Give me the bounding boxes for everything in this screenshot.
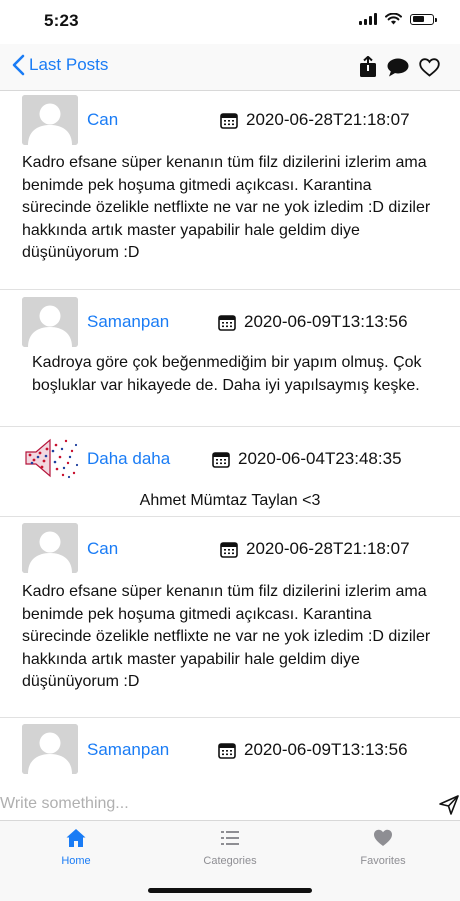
tab-favorites-label: Favorites (360, 855, 406, 867)
post-body: Kadro efsane süper kenanın tüm filz dizi… (22, 583, 431, 690)
battery-icon (410, 13, 437, 25)
posts-list[interactable]: Can 2020-06-28T21:18:07 Kadro efsane süp… (0, 91, 460, 787)
post-author[interactable]: Can (87, 539, 118, 559)
status-bar: 5:23 (0, 0, 460, 44)
navigation-bar: Last Posts (0, 44, 460, 91)
comment-icon[interactable] (387, 58, 409, 77)
battery-fill (412, 16, 424, 22)
post-date: 2020-06-04T23:48:35 (212, 449, 402, 469)
post-item: Can 2020-06-28T21:18:07 Kadro efsane süp… (0, 91, 460, 290)
calendar-icon (220, 112, 238, 129)
post-date: 2020-06-09T13:13:56 (218, 740, 408, 760)
home-indicator (148, 888, 312, 893)
avatar[interactable] (22, 95, 78, 145)
post-date-text: 2020-06-09T13:13:56 (244, 312, 408, 331)
post-item: Can 2020-06-28T21:18:07 Kadro efsane süp… (0, 517, 460, 718)
post-body: Ahmet Mümtaz Taylan <3 (139, 492, 321, 509)
post-header: Can 2020-06-28T21:18:07 (0, 517, 460, 573)
post-header: Daha daha 2020-06-04T23:48:35 (0, 427, 460, 483)
wifi-icon (385, 13, 402, 25)
post-header: Samanpan 2020-06-09T13:13:56 (0, 290, 460, 347)
calendar-icon (212, 451, 230, 468)
post-item: Samanpan 2020-06-09T13:13:56 Kadroya gör… (0, 290, 460, 427)
stars-megaphone-icon (25, 438, 79, 479)
default-avatar-icon (22, 523, 78, 573)
post-author[interactable]: Samanpan (87, 312, 169, 332)
home-icon (66, 829, 86, 847)
post-item: Samanpan 2020-06-09T13:13:56 (0, 718, 460, 787)
list-icon (221, 831, 239, 845)
message-input[interactable] (0, 790, 420, 818)
post-date: 2020-06-28T21:18:07 (220, 110, 410, 130)
nav-actions (359, 56, 440, 78)
post-date-text: 2020-06-28T21:18:07 (246, 539, 410, 558)
tab-favorites[interactable]: Favorites (323, 827, 443, 867)
calendar-icon (218, 742, 236, 759)
calendar-icon (220, 541, 238, 558)
post-author[interactable]: Daha daha (87, 449, 170, 469)
post-body: Kadroya göre çok beğenmediğim bir yapım … (32, 354, 422, 394)
post-author[interactable]: Can (87, 110, 118, 130)
post-date: 2020-06-09T13:13:56 (218, 312, 408, 332)
chevron-left-icon (12, 54, 25, 76)
back-button-label: Last Posts (29, 55, 109, 74)
post-date-text: 2020-06-09T13:13:56 (244, 740, 408, 759)
tab-home-label: Home (61, 855, 91, 867)
post-item: Daha daha 2020-06-04T23:48:35 Ahmet Mümt… (0, 427, 460, 517)
composer (0, 788, 460, 820)
heart-icon (374, 829, 392, 846)
post-date-text: 2020-06-28T21:18:07 (246, 110, 410, 129)
avatar[interactable] (22, 724, 78, 774)
cellular-signal-icon (359, 13, 377, 25)
post-header: Samanpan 2020-06-09T13:13:56 (0, 718, 460, 774)
avatar[interactable] (22, 297, 78, 347)
post-body: Kadro efsane süper kenanın tüm filz dizi… (22, 154, 431, 261)
status-time: 5:23 (44, 11, 79, 30)
send-icon[interactable] (438, 794, 460, 816)
avatar[interactable] (22, 435, 80, 481)
share-icon[interactable] (359, 56, 377, 78)
post-date-text: 2020-06-04T23:48:35 (238, 449, 402, 468)
status-icons (359, 13, 437, 25)
tab-categories[interactable]: Categories (170, 827, 290, 867)
tab-bar: Home Categories Favorites (0, 820, 460, 901)
post-date: 2020-06-28T21:18:07 (220, 539, 410, 559)
default-avatar-icon (22, 297, 78, 347)
tab-categories-label: Categories (203, 855, 257, 867)
heart-outline-icon[interactable] (419, 57, 440, 77)
calendar-icon (218, 314, 236, 331)
tab-home[interactable]: Home (16, 827, 136, 867)
post-author[interactable]: Samanpan (87, 740, 169, 760)
default-avatar-icon (22, 724, 78, 774)
default-avatar-icon (22, 95, 78, 145)
avatar[interactable] (22, 523, 78, 573)
post-header: Can 2020-06-28T21:18:07 (0, 91, 460, 147)
back-button[interactable]: Last Posts (12, 54, 108, 76)
